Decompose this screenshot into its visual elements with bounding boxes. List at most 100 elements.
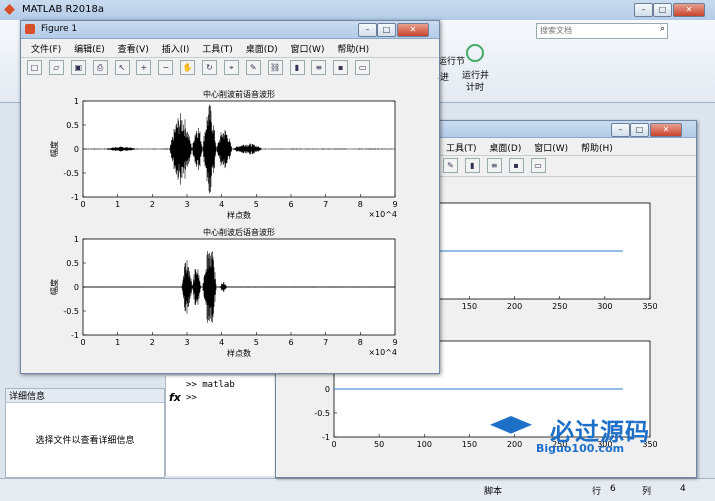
- x-exponent-label: ×10^4: [368, 348, 397, 357]
- x-tick-label: 250: [552, 302, 567, 311]
- fx-icon[interactable]: fx: [169, 391, 181, 404]
- y-tick-label: 0.5: [66, 121, 79, 130]
- figure1-window: Figure 1 – □ ✕ 文件(F) 编辑(E) 查看(V) 插入(I) 工…: [20, 20, 440, 374]
- y-tick-label: -1: [322, 433, 330, 442]
- fig2-close-button[interactable]: ✕: [650, 123, 682, 137]
- fig2-menu-help[interactable]: 帮助(H): [581, 144, 613, 154]
- matlab-title: MATLAB R2018a: [22, 4, 105, 15]
- link-icon[interactable]: ⛓: [267, 60, 283, 75]
- x-tick-label: 9: [392, 338, 397, 347]
- rotate-icon[interactable]: ↻: [202, 60, 217, 75]
- y-tick-label: 0.5: [66, 259, 79, 268]
- menu-window[interactable]: 窗口(W): [291, 45, 325, 55]
- matlab-title-bar: MATLAB R2018a – □ ✕: [0, 0, 715, 21]
- y-axis-label: 幅度: [49, 279, 59, 295]
- save-icon[interactable]: ▣: [70, 60, 86, 75]
- x-tick-label: 0: [80, 338, 85, 347]
- advance-label[interactable]: 进: [440, 70, 449, 83]
- dock-icon[interactable]: ▭: [530, 158, 546, 173]
- fig1-minimize-button[interactable]: –: [358, 23, 377, 37]
- watermark: 必过源码 Biguo100.com: [490, 410, 690, 460]
- x-tick-label: 150: [462, 440, 477, 449]
- brush-icon[interactable]: ✎: [443, 158, 458, 173]
- fig1-close-button[interactable]: ✕: [397, 23, 429, 37]
- colorbar-icon[interactable]: ▮: [464, 158, 480, 173]
- close-button[interactable]: ✕: [673, 3, 705, 17]
- x-tick-label: 5: [254, 200, 259, 209]
- print-icon[interactable]: ⎙: [92, 60, 108, 75]
- x-tick-label: 7: [323, 200, 328, 209]
- graduation-cap-icon: [490, 416, 532, 434]
- fig2-maximize-button[interactable]: □: [630, 123, 649, 137]
- pointer-icon[interactable]: ↖: [114, 60, 130, 75]
- x-tick-label: 1: [115, 338, 120, 347]
- watermark-site: Biguo100.com: [536, 442, 625, 455]
- figure1-menubar: 文件(F) 编辑(E) 查看(V) 插入(I) 工具(T) 桌面(D) 窗口(W…: [21, 39, 439, 58]
- brush-icon[interactable]: ✎: [245, 60, 261, 75]
- fig2-menu-tools[interactable]: 工具(T): [446, 144, 477, 154]
- command-prompt[interactable]: >>: [186, 393, 197, 403]
- fig2-menu-window[interactable]: 窗口(W): [534, 144, 568, 154]
- y-tick-label: -1: [71, 331, 79, 340]
- y-tick-label: 1: [74, 97, 79, 106]
- y-tick-label: -1: [71, 193, 79, 202]
- x-tick-label: 150: [462, 302, 477, 311]
- figure1-title-bar: Figure 1 – □ ✕: [21, 21, 439, 39]
- legend-icon[interactable]: ≡: [311, 60, 327, 75]
- x-tick-label: 100: [417, 440, 432, 449]
- menu-insert[interactable]: 插入(I): [162, 45, 190, 55]
- search-input[interactable]: [537, 24, 655, 36]
- fig1-maximize-button[interactable]: □: [377, 23, 396, 37]
- figure-icon: [25, 24, 35, 34]
- hide-tools-icon[interactable]: ▪: [333, 60, 349, 75]
- dock-icon[interactable]: ▭: [355, 60, 371, 75]
- x-tick-label: 8: [358, 338, 363, 347]
- menu-desktop[interactable]: 桌面(D): [246, 45, 278, 55]
- status-col-label: 列: [642, 487, 652, 497]
- search-icon: ⌕: [659, 24, 665, 34]
- menu-file[interactable]: 文件(F): [31, 45, 61, 55]
- colorbar-icon[interactable]: ▮: [289, 60, 305, 75]
- data-cursor-icon[interactable]: ⌖: [223, 60, 239, 75]
- menu-view[interactable]: 查看(V): [118, 45, 149, 55]
- zoom-out-icon[interactable]: −: [158, 60, 174, 75]
- minimize-button[interactable]: –: [634, 3, 653, 17]
- x-tick-label: 9: [392, 200, 397, 209]
- y-tick-label: 0: [325, 385, 330, 394]
- x-tick-label: 350: [642, 302, 657, 311]
- x-tick-label: 7: [323, 338, 328, 347]
- x-tick-label: 200: [507, 302, 522, 311]
- x-exponent-label: ×10^4: [368, 210, 397, 219]
- x-tick-label: 2: [150, 338, 155, 347]
- hide-tools-icon[interactable]: ▪: [508, 158, 524, 173]
- legend-icon[interactable]: ≡: [486, 158, 502, 173]
- x-tick-label: 6: [288, 338, 293, 347]
- menu-tools[interactable]: 工具(T): [202, 45, 233, 55]
- x-tick-label: 0: [331, 440, 336, 449]
- maximize-button[interactable]: □: [653, 3, 672, 17]
- new-file-icon[interactable]: □: [27, 60, 42, 75]
- details-panel: 详细信息 选择文件以查看详细信息: [5, 388, 165, 478]
- x-tick-label: 50: [374, 440, 384, 449]
- details-title: 详细信息: [9, 392, 46, 402]
- menu-help[interactable]: 帮助(H): [337, 45, 369, 55]
- x-tick-label: 1: [115, 200, 120, 209]
- run-section-label[interactable]: 运行节: [438, 54, 465, 67]
- y-tick-label: 1: [74, 235, 79, 244]
- command-window[interactable]: >> matlab fx >>: [165, 376, 276, 476]
- menu-edit[interactable]: 编辑(E): [74, 45, 105, 55]
- fig2-minimize-button[interactable]: –: [611, 123, 630, 137]
- search-box[interactable]: ⌕: [536, 23, 668, 39]
- fig2-menu-desktop[interactable]: 桌面(D): [489, 144, 521, 154]
- x-tick-label: 4: [219, 200, 224, 209]
- open-icon[interactable]: ▱: [48, 60, 64, 75]
- x-tick-label: 8: [358, 200, 363, 209]
- x-tick-label: 3: [184, 338, 189, 347]
- status-row-label: 行: [592, 487, 602, 497]
- y-tick-label: -0.5: [63, 307, 79, 316]
- x-tick-label: 300: [597, 302, 612, 311]
- matlab-logo-icon: [4, 4, 15, 15]
- zoom-in-icon[interactable]: +: [136, 60, 152, 75]
- chart-title: 中心削波前语音波形: [203, 89, 275, 99]
- pan-icon[interactable]: ✋: [180, 60, 196, 75]
